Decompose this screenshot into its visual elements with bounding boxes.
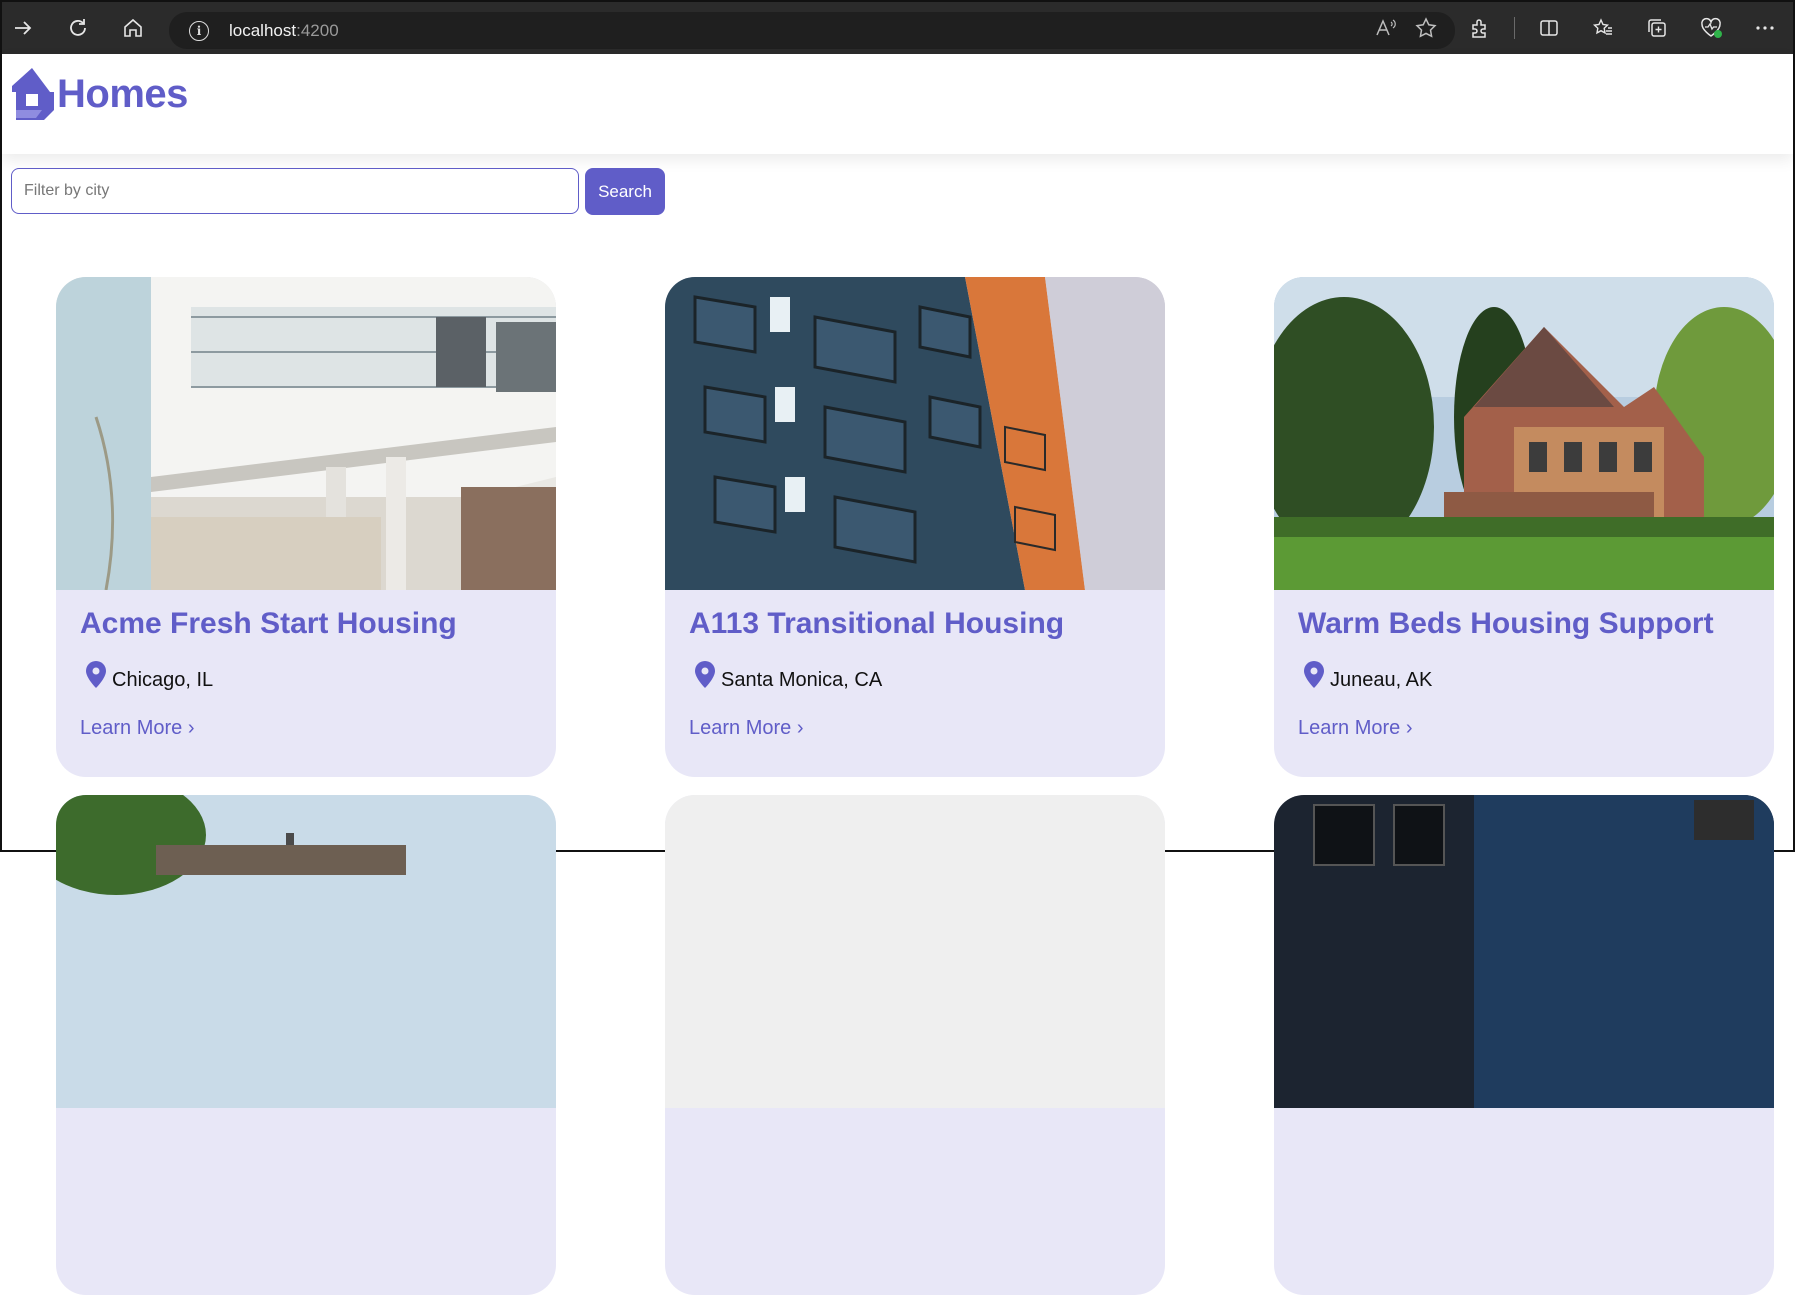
- location-pin-icon: [695, 661, 715, 688]
- location-pin-icon: [1304, 661, 1324, 688]
- city-filter-input[interactable]: [11, 168, 579, 214]
- site-info-icon[interactable]: i: [189, 20, 209, 41]
- browser-essentials-icon[interactable]: [1691, 8, 1731, 48]
- listing-photo: [56, 277, 556, 590]
- collections-icon[interactable]: [1637, 8, 1677, 48]
- listing-location: Juneau, AK: [1304, 657, 1432, 692]
- app-header: Homes: [2, 54, 1793, 154]
- listing-title: Acme Fresh Start Housing: [80, 607, 457, 640]
- listing-card: Warm Beds Housing Support Juneau, AK Lea…: [1274, 277, 1774, 777]
- listing-title: A113 Transitional Housing: [689, 607, 1065, 640]
- listing-card: A113 Transitional Housing Santa Monica, …: [665, 277, 1165, 777]
- search-button[interactable]: Search: [585, 168, 665, 215]
- house-logo-icon: [12, 68, 54, 120]
- browser-toolbar: i localhost:4200: [2, 2, 1793, 54]
- more-menu-icon[interactable]: [1745, 8, 1785, 48]
- extensions-icon[interactable]: [1460, 8, 1500, 48]
- learn-more-link[interactable]: Learn More ›: [689, 717, 804, 740]
- learn-more-link[interactable]: Learn More ›: [1298, 717, 1413, 740]
- listing-photo: [665, 277, 1165, 590]
- listing-photo: [56, 795, 556, 1108]
- listing-card: Acme Fresh Start Housing Chicago, IL Lea…: [56, 277, 556, 777]
- refresh-icon[interactable]: [58, 8, 98, 48]
- home-icon[interactable]: [113, 8, 153, 48]
- favorite-star-icon[interactable]: [1415, 17, 1437, 44]
- homes-logo[interactable]: Homes: [10, 66, 188, 122]
- listing-city: Juneau, AK: [1330, 669, 1433, 691]
- address-bar[interactable]: i localhost:4200: [169, 12, 1455, 49]
- listing-location: Chicago, IL: [86, 657, 213, 692]
- listing-card: [665, 795, 1165, 1295]
- read-aloud-icon[interactable]: [1375, 18, 1397, 43]
- listing-photo: [1274, 795, 1774, 1108]
- listing-title: Warm Beds Housing Support: [1298, 607, 1714, 640]
- listing-city: Chicago, IL: [112, 669, 214, 691]
- toolbar-divider: [1514, 17, 1515, 39]
- listing-photo: [665, 795, 1165, 1108]
- address-url[interactable]: localhost:4200: [229, 21, 339, 41]
- search-bar: Search: [11, 168, 665, 215]
- listing-city: Santa Monica, CA: [721, 669, 883, 691]
- listing-card: [56, 795, 556, 1295]
- forward-arrow-icon[interactable]: [3, 8, 43, 48]
- logo-text: Homes: [57, 71, 188, 116]
- location-pin-icon: [86, 661, 106, 688]
- listing-location: Santa Monica, CA: [695, 657, 882, 692]
- split-screen-icon[interactable]: [1529, 8, 1569, 48]
- url-port: :4200: [296, 20, 339, 40]
- url-host: localhost: [229, 20, 297, 40]
- listing-photo: [1274, 277, 1774, 590]
- listing-card: [1274, 795, 1774, 1295]
- favorites-list-icon[interactable]: [1583, 8, 1623, 48]
- learn-more-link[interactable]: Learn More ›: [80, 717, 195, 740]
